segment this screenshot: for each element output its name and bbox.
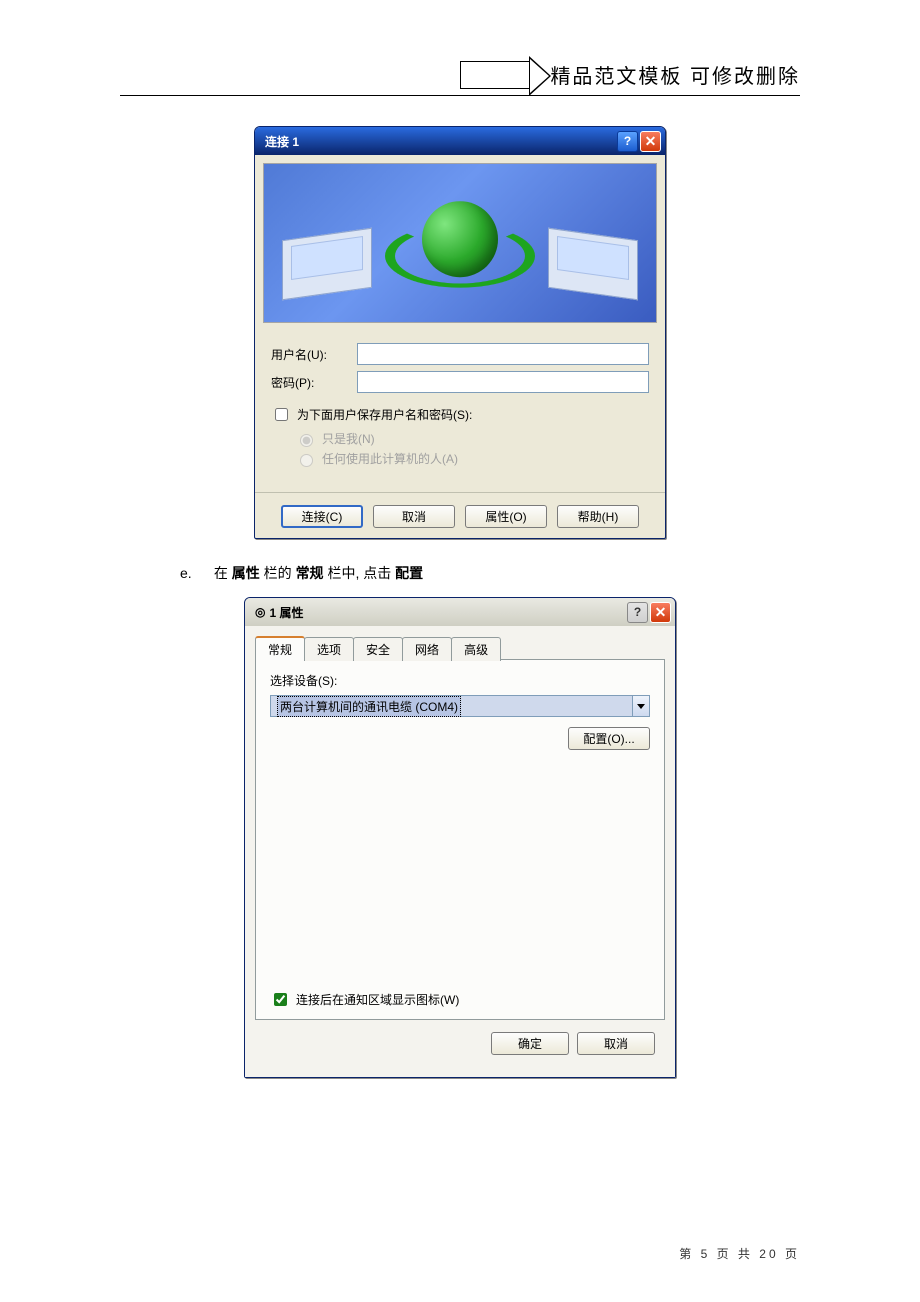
step-instruction: e. 在 属性 栏的 常规 栏中, 点击 配置 bbox=[180, 563, 800, 583]
step-text: 栏的 bbox=[264, 565, 292, 581]
connect-dialog-title: 连接 1 bbox=[265, 133, 615, 150]
globe-icon bbox=[422, 201, 498, 277]
password-label: 密码(P): bbox=[271, 374, 357, 391]
window-icon: ◎ bbox=[255, 605, 265, 619]
help-button[interactable]: 帮助(H) bbox=[557, 505, 639, 528]
properties-dialog-titlebar[interactable]: ◎ 1 属性 ? ✕ bbox=[245, 598, 675, 626]
show-tray-icon-label: 连接后在通知区域显示图标(W) bbox=[296, 991, 459, 1008]
cancel-button[interactable]: 取消 bbox=[577, 1032, 655, 1055]
radio-anyone bbox=[300, 454, 313, 467]
properties-dialog: ◎ 1 属性 ? ✕ 常规 选项 安全 网络 高级 选择设备(S): 两台计算机… bbox=[244, 597, 676, 1078]
cancel-button[interactable]: 取消 bbox=[373, 505, 455, 528]
step-bold-general: 常规 bbox=[296, 565, 324, 581]
tab-network[interactable]: 网络 bbox=[402, 637, 452, 661]
step-bold-configure: 配置 bbox=[395, 565, 423, 581]
tab-panel-general: 选择设备(S): 两台计算机间的通讯电缆 (COM4) 配置(O)... 连接后… bbox=[255, 660, 665, 1020]
tab-advanced[interactable]: 高级 bbox=[451, 637, 501, 661]
doc-header: 精品范文模板 可修改删除 bbox=[120, 60, 800, 96]
device-combobox-value: 两台计算机间的通讯电缆 (COM4) bbox=[277, 696, 461, 717]
step-marker: e. bbox=[180, 565, 210, 581]
ok-button[interactable]: 确定 bbox=[491, 1032, 569, 1055]
tab-options[interactable]: 选项 bbox=[304, 637, 354, 661]
save-credentials-checkbox[interactable] bbox=[275, 408, 288, 421]
properties-dialog-title: 1 属性 bbox=[269, 604, 625, 621]
help-icon[interactable]: ? bbox=[617, 131, 638, 152]
save-credentials-label: 为下面用户保存用户名和密码(S): bbox=[297, 406, 472, 423]
arrow-right-icon bbox=[460, 61, 530, 89]
select-device-label: 选择设备(S): bbox=[270, 672, 650, 689]
configure-button[interactable]: 配置(O)... bbox=[568, 727, 650, 750]
username-input[interactable] bbox=[357, 343, 649, 365]
radio-only-me bbox=[300, 434, 313, 447]
device-combobox[interactable]: 两台计算机间的通讯电缆 (COM4) bbox=[270, 695, 650, 717]
radio-only-me-label: 只是我(N) bbox=[322, 430, 375, 447]
doc-header-title: 精品范文模板 可修改删除 bbox=[550, 60, 800, 89]
step-bold-properties: 属性 bbox=[232, 565, 260, 581]
step-text: 在 bbox=[214, 565, 232, 581]
chevron-down-icon[interactable] bbox=[632, 695, 650, 717]
connect-banner-image bbox=[263, 163, 657, 323]
close-icon[interactable]: ✕ bbox=[650, 602, 671, 623]
tab-strip: 常规 选项 安全 网络 高级 bbox=[255, 636, 665, 660]
connect-button[interactable]: 连接(C) bbox=[281, 505, 363, 528]
radio-anyone-label: 任何使用此计算机的人(A) bbox=[322, 450, 458, 467]
username-label: 用户名(U): bbox=[271, 346, 357, 363]
help-icon[interactable]: ? bbox=[627, 602, 648, 623]
connect-dialog: 连接 1 ? ✕ 用户名(U): 密码(P): 为下面用户保存用户名和密码(S)… bbox=[254, 126, 666, 539]
page-number: 第 5 页 共 20 页 bbox=[679, 1245, 800, 1262]
password-input[interactable] bbox=[357, 371, 649, 393]
show-tray-icon-checkbox[interactable] bbox=[274, 993, 287, 1006]
close-icon[interactable]: ✕ bbox=[640, 131, 661, 152]
tab-general[interactable]: 常规 bbox=[255, 636, 305, 661]
step-text: 栏中, 点击 bbox=[327, 565, 391, 581]
connect-dialog-titlebar[interactable]: 连接 1 ? ✕ bbox=[255, 127, 665, 155]
properties-button[interactable]: 属性(O) bbox=[465, 505, 547, 528]
tab-security[interactable]: 安全 bbox=[353, 637, 403, 661]
